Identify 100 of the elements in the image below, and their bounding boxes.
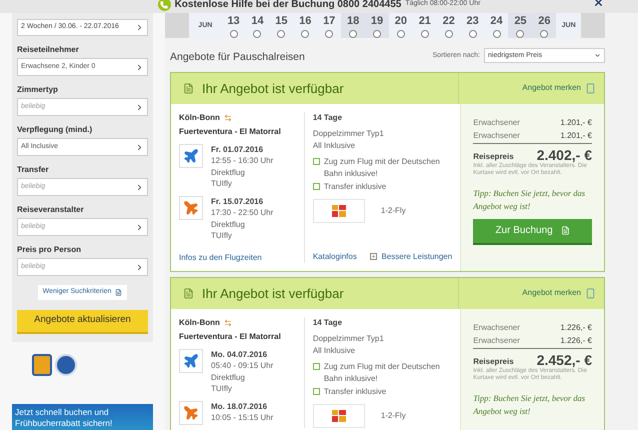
save-offer-link[interactable]: Angebot merken xyxy=(522,287,581,300)
calendar-day[interactable]: 15 xyxy=(269,13,294,38)
calendar-day[interactable]: 26 xyxy=(532,13,556,38)
checklist-icon xyxy=(312,362,320,370)
chevron-right-icon xyxy=(135,262,144,272)
swap-icon xyxy=(224,318,232,327)
save-offer-link[interactable]: Angebot merken xyxy=(522,82,581,94)
flight-date: Fr. 15.07.2016 xyxy=(211,196,264,208)
chevron-right-icon xyxy=(135,102,144,112)
board-text: All Inklusive xyxy=(312,344,356,357)
calendar-day[interactable]: 22 xyxy=(436,13,461,38)
flight-type: Direktflug xyxy=(211,372,246,384)
document-icon xyxy=(115,288,122,296)
radio-icon xyxy=(253,30,262,38)
operator-name: 1-2-Fly xyxy=(380,204,406,217)
filter-label: Reiseveranstalter xyxy=(17,205,85,215)
phone-icon xyxy=(158,0,171,11)
catalog-link[interactable]: Kataloginfos xyxy=(312,250,357,263)
money-back-badge-icon xyxy=(32,354,52,376)
flight-date: Fr. 01.07.2016 xyxy=(211,144,264,156)
flight-type: Direktflug xyxy=(211,166,246,178)
radio-icon xyxy=(277,30,286,38)
tip-text: Tipp: Buchen Sie jetzt, bevor das Angebot weg ist! xyxy=(473,186,586,213)
document-icon xyxy=(183,288,194,299)
calendar-day[interactable]: 20 xyxy=(388,13,413,38)
availability-title: Ihr Angebot ist verfügbar xyxy=(202,284,344,303)
destination-text: Fuerteventura - El Matorral xyxy=(179,126,282,138)
price-amount: 1.226,- € xyxy=(560,334,592,347)
price-amount: 1.201,- € xyxy=(560,130,592,142)
calendar-day[interactable]: 16 xyxy=(293,13,318,38)
flight-type: Direktflug xyxy=(211,218,246,230)
tip-text: Tipp: Buchen Sie jetzt, bevor das Angebot weg ist! xyxy=(473,392,586,418)
calendar-day[interactable]: 18 xyxy=(341,13,366,38)
flight-info-link[interactable]: Infos zu den Flugzeiten xyxy=(179,252,296,264)
filter-label: Preis pro Person xyxy=(17,245,82,255)
calendar-day[interactable]: 19 xyxy=(365,13,389,38)
swap-icon xyxy=(224,114,232,122)
price-amount: 1.226,- € xyxy=(560,322,592,334)
calendar-day[interactable]: 24 xyxy=(484,13,508,38)
radio-icon xyxy=(230,30,238,38)
operator-logo-icon xyxy=(332,204,346,217)
radio-icon xyxy=(301,30,310,38)
airline-text: TUIfly xyxy=(211,383,233,395)
availability-title: Ihr Angebot ist verfügbar xyxy=(202,80,344,98)
chevron-right-icon xyxy=(135,142,144,152)
radio-icon xyxy=(349,30,358,38)
flight-date: Mo. 18.07.2016 xyxy=(211,400,268,412)
radio-icon xyxy=(468,30,477,38)
calendar-day[interactable]: 25 xyxy=(508,13,532,38)
origin-text: Köln-Bonn xyxy=(179,316,220,329)
radio-icon xyxy=(516,30,524,38)
airplane-icon xyxy=(183,200,199,216)
calendar-day[interactable]: 13 xyxy=(222,13,246,38)
radio-icon xyxy=(325,30,334,38)
promo-text: Jetzt schnell buchen und Frühbucherrabatt sichern! xyxy=(15,406,114,428)
flight-date: Mo. 04.07.2016 xyxy=(211,348,268,360)
price-label: Erwachsener xyxy=(473,334,520,347)
calendar-day[interactable]: 21 xyxy=(412,13,437,38)
extra-text: Transfer inklusive xyxy=(324,386,386,398)
extra-text: Zug zum Flug mit der Deutschen Bahn inklusive! xyxy=(324,156,441,180)
radio-icon xyxy=(420,30,429,38)
airline-text: TUIfly xyxy=(211,230,233,242)
flight-time: 05:40 - 09:15 Uhr xyxy=(211,360,274,372)
price-amount: 1.201,- € xyxy=(560,116,592,129)
radio-icon xyxy=(373,30,381,38)
checklist-icon xyxy=(312,388,320,395)
calendar-day[interactable]: 17 xyxy=(317,13,342,38)
flight-time: 12:55 - 16:30 Uhr xyxy=(211,155,274,167)
checklist-icon xyxy=(312,158,320,165)
help-title: Kostenlose Hilfe bei der Buchung 0800 2404455 xyxy=(174,0,402,12)
update-offers-button[interactable]: Angebote aktualisieren xyxy=(17,310,148,334)
close-icon[interactable] xyxy=(593,0,604,8)
radio-icon xyxy=(540,30,548,38)
operator-logo-icon xyxy=(332,410,346,422)
extra-text: Transfer inklusive xyxy=(324,180,386,193)
plus-icon xyxy=(370,253,378,260)
better-services-link[interactable]: Bessere Leistungen xyxy=(370,250,452,263)
filter-label: Reiseteilnehmer xyxy=(17,45,80,55)
certificate-badge-icon xyxy=(55,354,77,376)
total-label: Reisepreis xyxy=(473,150,514,162)
airplane-icon xyxy=(183,352,199,369)
chevron-right-icon xyxy=(135,182,144,192)
airline-text: TUIfly xyxy=(211,178,233,190)
filter-label: Verpflegung (mind.) xyxy=(17,125,94,135)
chevron-right-icon xyxy=(135,222,144,232)
total-price: 2.452,- € xyxy=(536,352,592,368)
calendar-day[interactable]: 23 xyxy=(460,13,485,38)
duration-text: 14 Tage xyxy=(312,316,344,329)
calendar-day[interactable]: 14 xyxy=(246,13,270,38)
radio-icon xyxy=(492,30,501,38)
destination-text: Fuerteventura - El Matorral xyxy=(179,330,282,343)
radio-icon xyxy=(396,30,405,38)
results-heading: Angebote für Pauschalreisen xyxy=(170,50,305,65)
filter-label: Transfer xyxy=(17,165,50,175)
price-label: Erwachsener xyxy=(473,322,520,334)
airplane-icon xyxy=(183,404,199,421)
chevron-right-icon xyxy=(135,62,144,72)
filter-label: Zimmertyp xyxy=(17,85,59,95)
document-icon xyxy=(183,82,194,94)
origin-text: Köln-Bonn xyxy=(179,112,220,124)
